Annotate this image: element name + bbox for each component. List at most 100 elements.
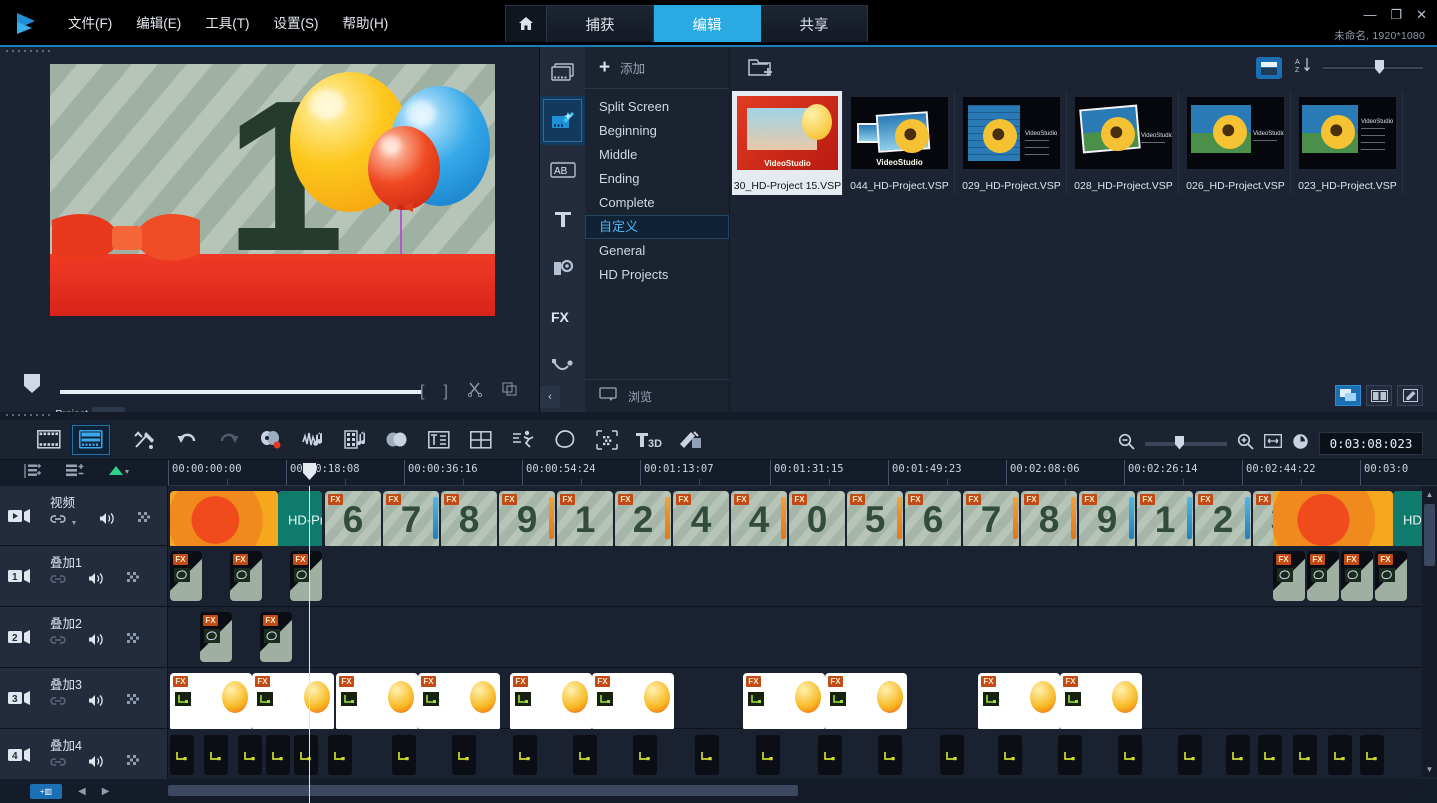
menu-settings[interactable]: 设置(S) [262,8,331,36]
media-library-icon[interactable] [540,47,585,96]
timeline-clip[interactable]: 1 FX [1137,491,1193,549]
timeline-clip[interactable]: 1 FX [557,491,613,549]
track-clip-area[interactable]: FX FX FX FX FX FX FX FX FX FX [168,668,1437,731]
timeline-clip[interactable] [204,735,228,775]
timeline-clip[interactable]: 8 FX [1021,491,1077,549]
path-motion-icon[interactable] [540,341,585,390]
category-split-screen[interactable]: Split Screen [585,95,729,119]
add-track-shortcut-button[interactable]: +▥ [30,783,62,799]
timeline-clip[interactable] [1258,735,1282,775]
thumbnail-size-slider-knob[interactable] [1375,60,1384,74]
link-icon[interactable] [50,755,66,773]
category-beginning[interactable]: Beginning [585,119,729,143]
multi-camera-button[interactable] [460,423,502,457]
timeline-clip[interactable]: FX [1375,551,1407,601]
timeline-clip[interactable]: FX [260,612,292,662]
timeline-clip[interactable]: 9 FX [1079,491,1135,549]
storyboard-view-button[interactable] [28,423,70,457]
timeline-clip[interactable]: 4 FX [731,491,787,549]
timeline-clip[interactable] [695,735,719,775]
record-capture-button[interactable] [250,423,292,457]
timeline-clip[interactable]: 9 FX [499,491,555,549]
mask-icon[interactable] [127,633,141,651]
mute-icon[interactable] [88,694,105,712]
storyboard-view-button[interactable] [1335,385,1361,406]
mute-icon[interactable] [88,572,105,590]
timeline-clip[interactable] [328,735,352,775]
mask-icon[interactable] [138,512,152,530]
scroll-right-arrow-icon[interactable]: ▶ [102,786,110,797]
folder-add-icon[interactable] [748,57,774,84]
timeline-clip[interactable] [294,735,318,775]
timeline-view-button[interactable] [70,422,112,457]
library-item[interactable]: VideoStudio 30_HD-Project 15.VSP [732,91,843,195]
track-clip-area[interactable]: FX FX FX FX FX FX FX [168,546,1437,606]
title-icon[interactable] [540,194,585,243]
preview-stage[interactable]: 1 [50,64,495,316]
timeline-clip[interactable] [170,735,194,775]
list-view-icon[interactable] [1256,57,1282,79]
scrub-track[interactable] [60,390,422,394]
menu-help[interactable]: 帮助(H) [331,8,401,36]
track-clip-area[interactable] [168,729,1437,780]
title-3d-button[interactable]: 3D [628,423,670,457]
timeline-clip[interactable]: 2 FX [1195,491,1251,549]
menu-file[interactable]: 文件(F) [56,8,124,36]
timeline-clip[interactable]: FX [1307,551,1339,601]
timeline-zoom-slider-knob[interactable] [1175,435,1184,450]
thumbnail-size-slider[interactable] [1323,60,1423,74]
add-track-button[interactable] [66,463,86,484]
timeline-playhead[interactable] [309,486,310,803]
vertical-scroll-thumb[interactable] [1424,504,1435,566]
category-hd-projects[interactable]: HD Projects [585,263,729,287]
library-item[interactable]: VideoStudio ———— ———— ———— ———— 023_HD-Proje… [1292,91,1403,195]
graphic-icon[interactable] [540,243,585,292]
timeline-clip[interactable]: FX [978,673,1060,731]
timeline-ruler[interactable]: 00:00:00:00 00:00:18:08 00:00:36:16 00:0… [168,460,1437,486]
timeline-clip[interactable] [170,491,278,549]
category-general[interactable]: General [585,239,729,263]
timeline-clip[interactable]: 6 FX [905,491,961,549]
timeline-clip[interactable]: 8 FX [441,491,497,549]
split-clip-button[interactable] [467,381,483,402]
add-library-item-button[interactable]: + 添加 [585,47,729,89]
panel-grip-handle[interactable] [6,50,66,57]
mark-out-button[interactable]: ] [443,383,447,401]
timeline-clip[interactable]: 5 FX [847,491,903,549]
sort-az-icon[interactable]: AZ [1295,57,1311,77]
timeline-clip[interactable]: FX [1341,551,1373,601]
mask-creator-button[interactable] [544,423,586,457]
timeline-clip[interactable] [392,735,416,775]
mask-icon[interactable] [127,694,141,712]
mask-icon[interactable] [127,572,141,590]
scroll-up-arrow-icon[interactable]: ▲ [1422,486,1437,502]
duration-clock-icon[interactable] [1292,433,1309,455]
instant-project-icon[interactable] [540,96,585,145]
library-item[interactable]: VideoStudio ———— 028_HD-Project.VSP [1068,91,1179,195]
timeline-clip[interactable] [266,735,290,775]
timeline-clip[interactable]: 6 FX [325,491,381,549]
timeline-clip[interactable]: HD-Pr [278,491,322,549]
timeline-horizontal-scrollbar[interactable] [168,785,1415,796]
mix-tools-button[interactable] [124,423,166,457]
timeline-clip[interactable]: FX [336,673,418,731]
timeline-clip[interactable]: FX [170,551,202,601]
tab-capture[interactable]: 捕获 [547,5,654,42]
link-icon[interactable] [50,633,66,651]
tab-share[interactable]: 共享 [761,5,868,42]
timeline-clip[interactable] [998,735,1022,775]
category-complete[interactable]: Complete [585,191,729,215]
timeline-clip[interactable]: FX [290,551,322,601]
track-manager-button[interactable] [24,463,44,484]
zoom-in-icon[interactable] [1237,433,1254,455]
timeline-clip[interactable]: FX [825,673,907,731]
menu-tools[interactable]: 工具(T) [193,8,261,36]
track-transparency-button[interactable] [586,423,628,457]
timeline-clip[interactable] [1360,735,1384,775]
category-ending[interactable]: Ending [585,167,729,191]
timeline-clip[interactable] [1293,735,1317,775]
timeline-clip[interactable] [940,735,964,775]
category-middle[interactable]: Middle [585,143,729,167]
track-clip-area[interactable]: FX FX [168,607,1437,667]
filter-fx-icon[interactable]: FX [540,292,585,341]
